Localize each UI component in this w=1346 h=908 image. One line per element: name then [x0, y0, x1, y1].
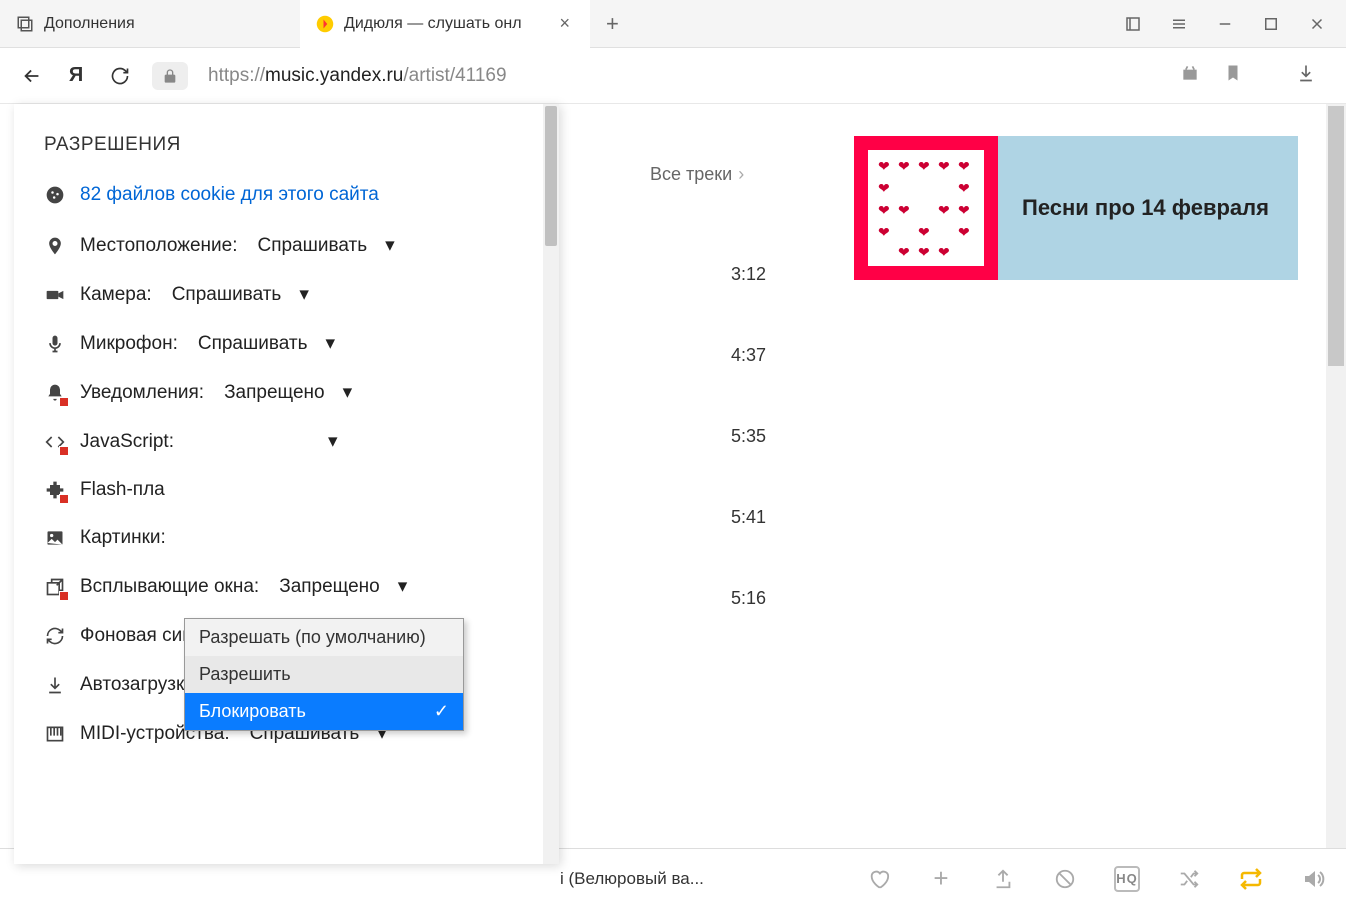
promo-image: ❤❤❤❤❤ ❤❤ ❤❤❤❤ ❤❤❤ ❤❤❤ [854, 136, 998, 280]
perm-location[interactable]: Местоположение: Спрашивать▾ [44, 234, 559, 257]
track-duration: 3:12 [560, 234, 780, 315]
dropdown-allow[interactable]: Разрешить [185, 656, 463, 693]
dropdown-allow-default[interactable]: Разрешать (по умолчанию) [185, 619, 463, 656]
popup-icon [44, 576, 66, 598]
track-duration: 5:35 [560, 396, 780, 477]
perm-popups[interactable]: Всплывающие окна: Запрещено▾ [44, 575, 559, 598]
address-bar: Я https://music.yandex.ru/artist/41169 [0, 48, 1346, 104]
volume-icon[interactable] [1300, 866, 1326, 892]
close-icon[interactable]: × [555, 13, 574, 34]
dropdown-block[interactable]: Блокировать✓ [185, 693, 463, 730]
new-tab-button[interactable]: + [590, 11, 635, 37]
tab-active[interactable]: Дидюля — слушать онл × [300, 0, 590, 48]
promo-card[interactable]: ❤❤❤❤❤ ❤❤ ❤❤❤❤ ❤❤❤ ❤❤❤ Песни про 14 февра… [854, 136, 1298, 280]
perm-images[interactable]: Картинки: [44, 527, 559, 549]
perm-microphone[interactable]: Микрофон: Спрашивать▾ [44, 332, 559, 355]
tab-extensions[interactable]: Дополнения [0, 0, 300, 48]
perm-flash[interactable]: Flash-пла [44, 479, 559, 501]
maximize-icon[interactable] [1262, 15, 1280, 33]
extensions-icon [16, 15, 34, 33]
url-display[interactable]: https://music.yandex.ru/artist/41169 [208, 65, 1160, 87]
permissions-panel: РАЗРЕШЕНИЯ 82 файлов cookie для этого са… [14, 104, 559, 864]
track-list: 3:12 4:37 5:35 5:41 5:16 [560, 234, 780, 639]
content-area: РАЗРЕШЕНИЯ 82 файлов cookie для этого са… [0, 104, 1346, 848]
javascript-dropdown: Разрешать (по умолчанию) Разрешить Блоки… [184, 618, 464, 731]
permissions-title: РАЗРЕШЕНИЯ [44, 134, 559, 156]
shuffle-icon[interactable] [1176, 866, 1202, 892]
perm-notifications[interactable]: Уведомления: Запрещено▾ [44, 381, 559, 404]
page-content: Все треки› 3:12 4:37 5:35 5:41 5:16 ❤❤❤❤… [560, 104, 1346, 848]
menu-icon[interactable] [1170, 15, 1188, 33]
minimize-icon[interactable] [1216, 15, 1234, 33]
now-playing-title: і (Велюровый ва... [560, 869, 704, 889]
site-info-button[interactable] [152, 62, 188, 90]
bell-icon [44, 382, 66, 404]
reload-icon[interactable] [108, 64, 132, 88]
repeat-icon[interactable] [1238, 866, 1264, 892]
promo-title: Песни про 14 февраля [998, 195, 1293, 221]
back-icon[interactable] [20, 64, 44, 88]
microphone-icon [44, 333, 66, 355]
share-icon[interactable] [990, 866, 1016, 892]
like-icon[interactable] [866, 866, 892, 892]
check-icon: ✓ [434, 701, 449, 722]
add-icon[interactable]: + [928, 866, 954, 892]
download-icon [44, 674, 66, 696]
track-duration: 4:37 [560, 315, 780, 396]
bookmark-icon[interactable] [1224, 64, 1242, 87]
cookies-link[interactable]: 82 файлов cookie для этого сайта [44, 184, 559, 206]
reader-icon[interactable] [1124, 15, 1142, 33]
plugin-icon [44, 479, 66, 501]
track-duration: 5:41 [560, 477, 780, 558]
yandex-music-icon [316, 15, 334, 33]
camera-icon [44, 284, 66, 306]
perm-javascript[interactable]: JavaScript: ▾ [44, 430, 559, 453]
sync-icon [44, 625, 66, 647]
chevron-right-icon: › [738, 164, 744, 184]
all-tracks-link[interactable]: Все треки› [650, 164, 744, 185]
download-icon[interactable] [1296, 63, 1316, 88]
cookie-icon [44, 184, 66, 206]
image-icon [44, 527, 66, 549]
tab-label: Дополнения [44, 15, 135, 33]
perm-camera[interactable]: Камера: Спрашивать▾ [44, 283, 559, 306]
location-icon [44, 235, 66, 257]
tab-bar: Дополнения Дидюля — слушать онл × + [0, 0, 1346, 48]
code-icon [44, 431, 66, 453]
page-scrollbar[interactable] [1326, 104, 1346, 848]
close-window-icon[interactable] [1308, 15, 1326, 33]
hq-button[interactable]: HQ [1114, 866, 1140, 892]
tab-label: Дидюля — слушать онл [344, 15, 522, 33]
yandex-icon[interactable]: Я [64, 64, 88, 88]
window-controls [1124, 15, 1346, 33]
block-icon[interactable] [1052, 866, 1078, 892]
midi-icon [44, 723, 66, 745]
track-duration: 5:16 [560, 558, 780, 639]
protect-icon[interactable] [1180, 63, 1200, 88]
